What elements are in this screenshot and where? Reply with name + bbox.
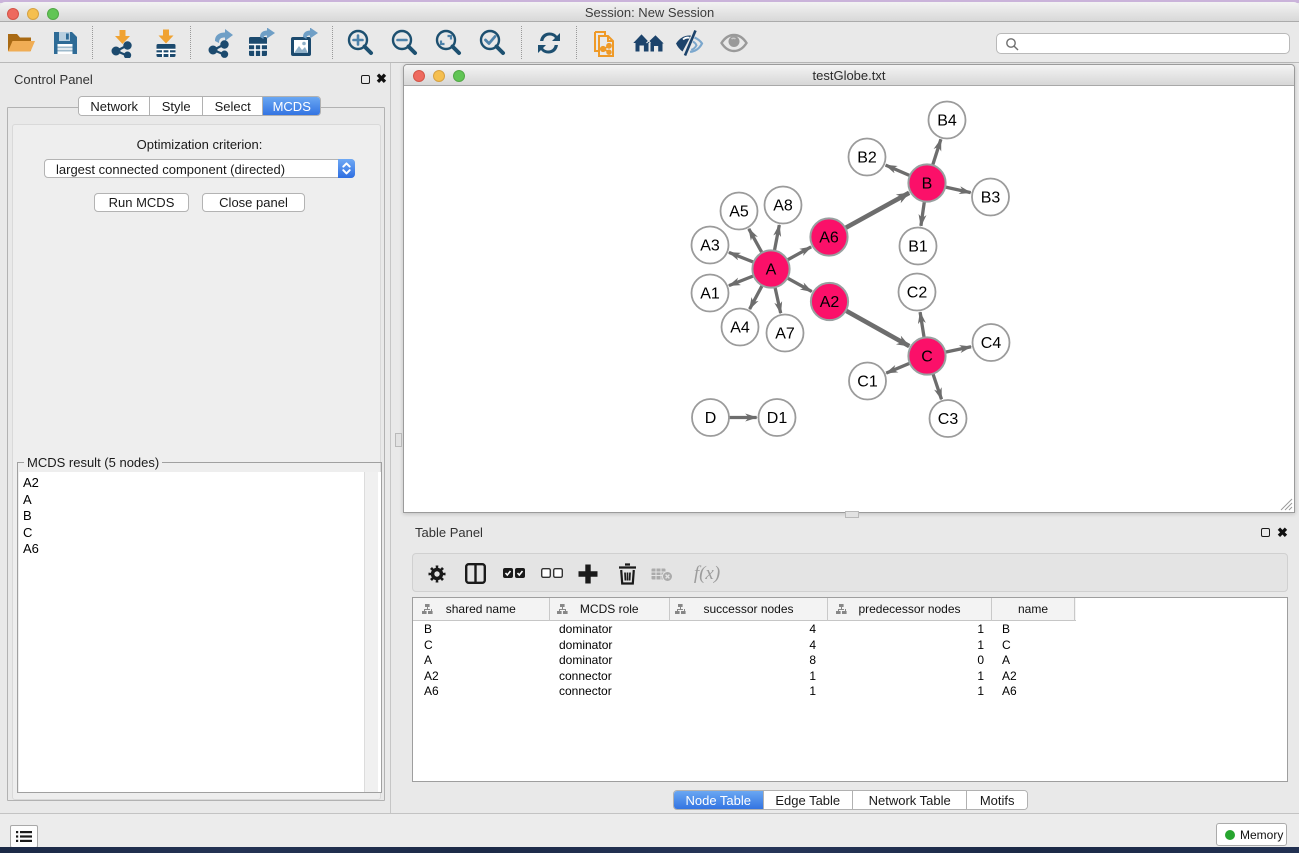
svg-text:D1: D1 — [767, 410, 788, 427]
svg-text:A: A — [766, 262, 777, 279]
svg-text:A8: A8 — [773, 198, 793, 215]
svg-text:A4: A4 — [730, 320, 750, 337]
svg-text:A7: A7 — [775, 326, 795, 343]
svg-text:B3: B3 — [981, 190, 1001, 207]
svg-text:B: B — [922, 176, 933, 193]
svg-text:B4: B4 — [937, 113, 957, 130]
svg-text:C: C — [921, 349, 933, 366]
svg-text:C2: C2 — [907, 285, 928, 302]
svg-text:B2: B2 — [857, 150, 877, 167]
svg-text:B1: B1 — [908, 239, 928, 256]
svg-text:D: D — [705, 410, 717, 427]
svg-text:A1: A1 — [700, 286, 720, 303]
svg-text:A3: A3 — [700, 238, 720, 255]
svg-text:C3: C3 — [938, 411, 959, 428]
svg-text:A6: A6 — [819, 230, 839, 247]
svg-text:A2: A2 — [820, 294, 840, 311]
svg-text:C4: C4 — [981, 335, 1002, 352]
svg-text:A5: A5 — [729, 204, 749, 221]
svg-text:C1: C1 — [857, 374, 878, 391]
